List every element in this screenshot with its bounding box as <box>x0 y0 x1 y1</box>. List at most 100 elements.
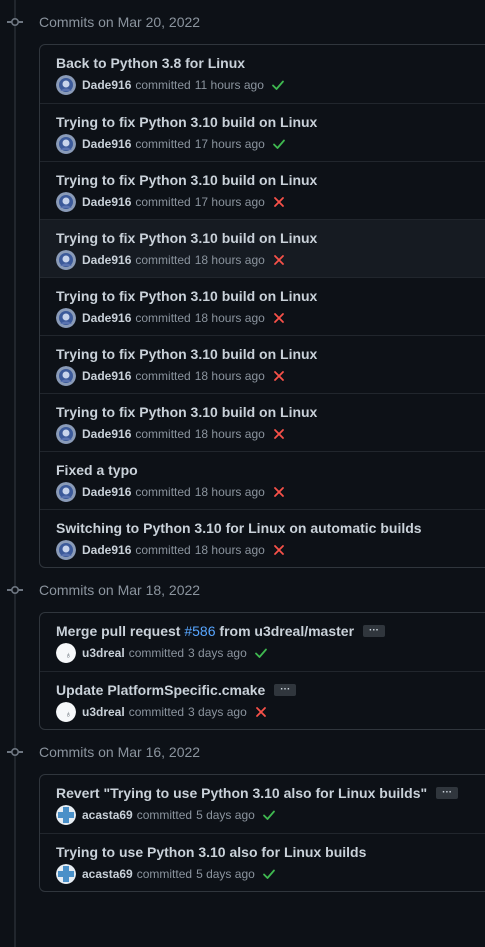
commit-day-group: Commits on Mar 18, 2022 Merge pull reques… <box>0 568 485 730</box>
avatar[interactable] <box>56 539 76 560</box>
avatar[interactable] <box>56 481 76 502</box>
commit-message-link[interactable]: Trying to fix Python 3.10 build on Linux <box>56 346 317 362</box>
x-icon[interactable] <box>272 369 286 383</box>
expand-description-button[interactable]: ··· <box>436 787 459 799</box>
author-link[interactable]: Dade916 <box>82 137 131 151</box>
check-icon[interactable] <box>272 137 286 151</box>
commit-row: Trying to fix Python 3.10 build on Linux… <box>40 393 485 451</box>
expand-description-button[interactable]: ··· <box>363 625 386 637</box>
author-link[interactable]: Dade916 <box>82 195 131 209</box>
commit-message-link[interactable]: Back to Python 3.8 for Linux <box>56 55 245 71</box>
committed-label: committed <box>135 136 191 151</box>
commit-row: Trying to fix Python 3.10 build on Linux… <box>40 161 485 219</box>
commit-message-link[interactable]: Trying to fix Python 3.10 build on Linux <box>56 404 317 420</box>
day-header: Commits on Mar 20, 2022 <box>0 0 485 44</box>
commit-message-link[interactable]: Switching to Python 3.10 for Linux on au… <box>56 520 422 536</box>
author-link[interactable]: Dade916 <box>82 485 131 499</box>
author-link[interactable]: Dade916 <box>82 253 131 267</box>
commit-message-link[interactable]: Trying to fix Python 3.10 build on Linux <box>56 230 317 246</box>
commit-message-line: Merge pull request #586 from u3dreal/mas… <box>56 620 485 642</box>
author-link[interactable]: Dade916 <box>82 427 131 441</box>
author-link[interactable]: Dade916 <box>82 369 131 383</box>
commit-meta: Dade916 committed 18 hours ago <box>56 423 485 445</box>
commit-row: Trying to use Python 3.10 also for Linux… <box>40 833 485 891</box>
avatar[interactable] <box>56 191 76 212</box>
commit-row: Merge pull request #586 from u3dreal/mas… <box>40 613 485 671</box>
author-link[interactable]: Dade916 <box>82 311 131 325</box>
avatar[interactable]: ♁ <box>56 701 76 722</box>
commit-message-line: Trying to fix Python 3.10 build on Linux <box>56 401 485 423</box>
avatar[interactable] <box>56 133 76 154</box>
commit-message-link[interactable]: Trying to fix Python 3.10 build on Linux <box>56 288 317 304</box>
committed-label: committed <box>128 646 185 660</box>
author-link[interactable]: Dade916 <box>82 78 131 92</box>
author-link[interactable]: u3dreal <box>82 646 125 660</box>
relative-time: 3 days ago <box>188 704 247 719</box>
avatar[interactable] <box>56 249 76 270</box>
check-icon[interactable] <box>262 808 276 822</box>
x-icon[interactable] <box>254 705 268 719</box>
relative-time: 18 hours ago <box>194 368 265 383</box>
commit-message-link[interactable]: Trying to fix Python 3.10 build on Linux <box>56 172 317 188</box>
x-icon[interactable] <box>272 485 286 499</box>
commit-list: Revert "Trying to use Python 3.10 also f… <box>39 774 485 892</box>
x-icon[interactable] <box>272 311 286 325</box>
check-icon[interactable] <box>254 646 268 660</box>
commit-meta: acasta69 committed 5 days ago <box>56 863 485 885</box>
commit-row: Back to Python 3.8 for Linux Dade916 commi… <box>40 45 485 103</box>
commit-meta: Dade916 committed 18 hours ago <box>56 481 485 503</box>
commit-row: Update PlatformSpecific.cmake ··· ♁ u3dreal… <box>40 671 485 729</box>
pull-request-link[interactable]: #586 <box>184 623 215 639</box>
commit-meta: Dade916 committed 17 hours ago <box>56 133 485 155</box>
avatar[interactable] <box>56 805 76 825</box>
commit-message-line: Fixed a typo <box>56 459 485 481</box>
avatar[interactable] <box>56 75 76 95</box>
commit-message-text: Merge pull request <box>56 623 185 639</box>
commit-meta: Dade916 committed 11 hours ago <box>56 74 485 96</box>
commit-meta: Dade916 committed 17 hours ago <box>56 191 485 213</box>
author-link[interactable]: acasta69 <box>82 808 133 822</box>
avatar[interactable]: ♁ <box>56 643 76 663</box>
commit-message-link[interactable]: Trying to use Python 3.10 also for Linux… <box>56 844 366 860</box>
x-icon[interactable] <box>272 543 286 557</box>
x-icon[interactable] <box>272 195 286 209</box>
avatar[interactable] <box>56 423 76 444</box>
commit-message-link[interactable]: Fixed a typo <box>56 462 138 478</box>
check-icon[interactable] <box>271 78 285 92</box>
svg-text:♁: ♁ <box>65 709 72 719</box>
commit-message-line: Trying to fix Python 3.10 build on Linux <box>56 169 485 191</box>
commit-list: Merge pull request #586 from u3dreal/mas… <box>39 612 485 730</box>
day-header: Commits on Mar 18, 2022 <box>0 568 485 612</box>
commit-message-link[interactable]: Update PlatformSpecific.cmake <box>56 682 265 698</box>
day-title: Commits on Mar 20, 2022 <box>39 14 201 30</box>
svg-text:♁: ♁ <box>65 650 72 660</box>
author-link[interactable]: Dade916 <box>82 543 131 557</box>
commit-message-link[interactable]: Revert "Trying to use Python 3.10 also f… <box>56 785 427 801</box>
commit-row: Switching to Python 3.10 for Linux on au… <box>40 509 485 567</box>
commit-message-line: Trying to fix Python 3.10 build on Linux <box>56 285 485 307</box>
x-icon[interactable] <box>272 427 286 441</box>
avatar[interactable] <box>56 863 76 884</box>
commit-message-text: from u3dreal/master <box>215 623 355 639</box>
check-icon[interactable] <box>262 867 276 881</box>
commit-message-link[interactable]: Trying to fix Python 3.10 build on Linux <box>56 114 317 130</box>
committed-label: committed <box>135 310 191 325</box>
commit-message-line: Trying to fix Python 3.10 build on Linux <box>56 343 485 365</box>
commit-meta: ♁ u3dreal committed 3 days ago <box>56 642 485 664</box>
avatar[interactable] <box>56 365 76 386</box>
relative-time: 18 hours ago <box>194 426 265 441</box>
relative-time: 3 days ago <box>188 646 247 660</box>
author-link[interactable]: acasta69 <box>82 867 133 881</box>
commit-message-line: Switching to Python 3.10 for Linux on au… <box>56 517 485 539</box>
git-commit-icon <box>7 582 23 598</box>
avatar[interactable] <box>56 307 76 328</box>
commit-meta: Dade916 committed 18 hours ago <box>56 307 485 329</box>
commit-meta: acasta69 committed 5 days ago <box>56 804 485 826</box>
committed-label: committed <box>135 78 191 92</box>
commit-message-link[interactable]: Merge pull request #586 from u3dreal/mas… <box>56 623 354 639</box>
expand-description-button[interactable]: ··· <box>274 683 297 696</box>
commit-meta: Dade916 committed 18 hours ago <box>56 539 485 561</box>
x-icon[interactable] <box>272 253 286 267</box>
commit-list: Back to Python 3.8 for Linux Dade916 commi… <box>39 44 485 568</box>
author-link[interactable]: u3dreal <box>82 705 125 719</box>
